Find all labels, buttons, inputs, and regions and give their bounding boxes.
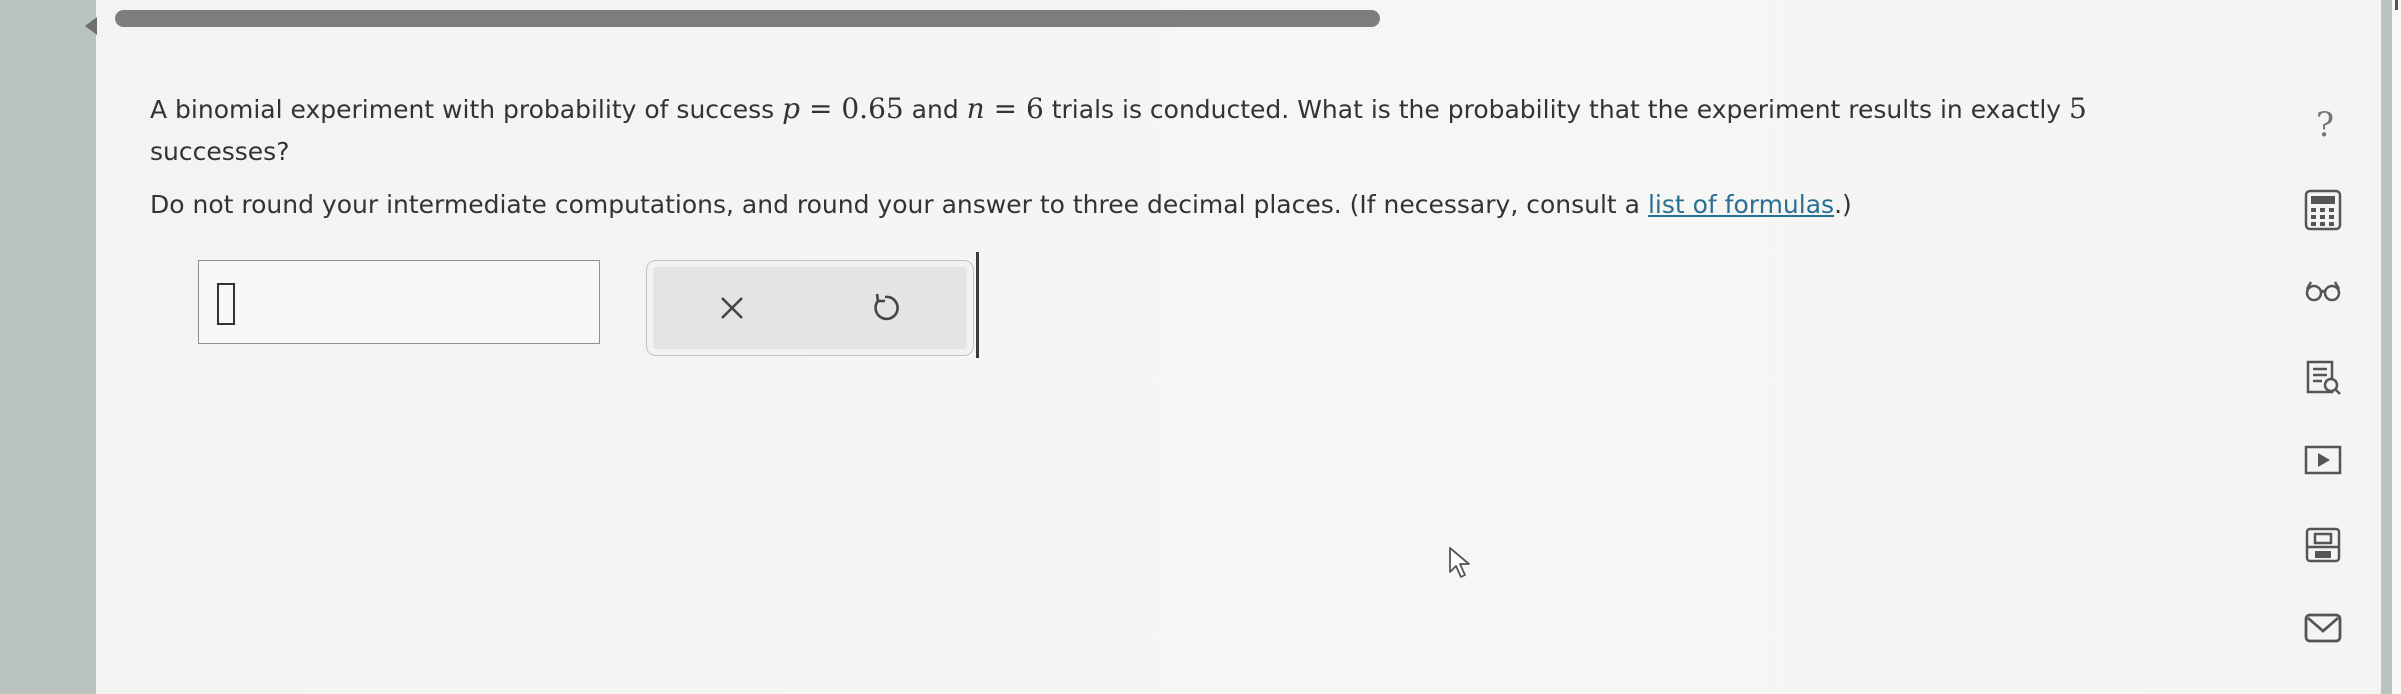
n-expression: n = 6 [967, 92, 1044, 125]
formulas-link[interactable]: list of formulas [1648, 190, 1834, 219]
scroll-left-arrow[interactable] [85, 17, 97, 35]
k-value: 5 [2069, 92, 2087, 125]
glasses-icon[interactable] [2295, 263, 2351, 319]
panel-divider [976, 252, 979, 358]
question-text: A binomial experiment with probability o… [150, 88, 2140, 173]
video-icon[interactable] [2295, 432, 2351, 488]
help-icon[interactable]: ? [2300, 100, 2350, 150]
mail-icon[interactable] [2295, 600, 2351, 656]
mouse-pointer-icon [1448, 546, 1474, 584]
instructions-text: Do not round your intermediate computati… [150, 184, 2140, 226]
calculator-icon[interactable] [2295, 182, 2351, 238]
n-variable: n [966, 92, 985, 125]
textbook-icon[interactable] [2295, 350, 2351, 406]
close-icon [721, 297, 743, 319]
p-variable: p [782, 92, 801, 125]
input-cursor [217, 283, 235, 325]
answer-input[interactable] [198, 260, 600, 344]
right-edge [2392, 0, 2401, 694]
horizontal-scrollbar[interactable] [115, 10, 1380, 27]
right-edge-mark [2395, 0, 2398, 10]
button-panel [646, 260, 974, 356]
clear-button[interactable] [702, 278, 762, 338]
undo-button[interactable] [855, 278, 915, 338]
p-value: 0.65 [841, 92, 904, 125]
equals-sign: = [800, 92, 842, 125]
question-part3: trials is conducted. What is the probabi… [1043, 95, 2070, 124]
question-part2: and [903, 95, 967, 124]
print-icon[interactable] [2295, 517, 2351, 573]
p-expression: p = 0.65 [782, 92, 904, 125]
instructions-body: Do not round your intermediate computati… [150, 190, 1648, 219]
instructions-suffix: .) [1834, 190, 1852, 219]
equals-sign: = [984, 92, 1026, 125]
n-value: 6 [1025, 92, 1044, 125]
undo-icon [874, 293, 899, 321]
question-part4: successes? [150, 137, 290, 166]
question-part1: A binomial experiment with probability o… [150, 95, 783, 124]
